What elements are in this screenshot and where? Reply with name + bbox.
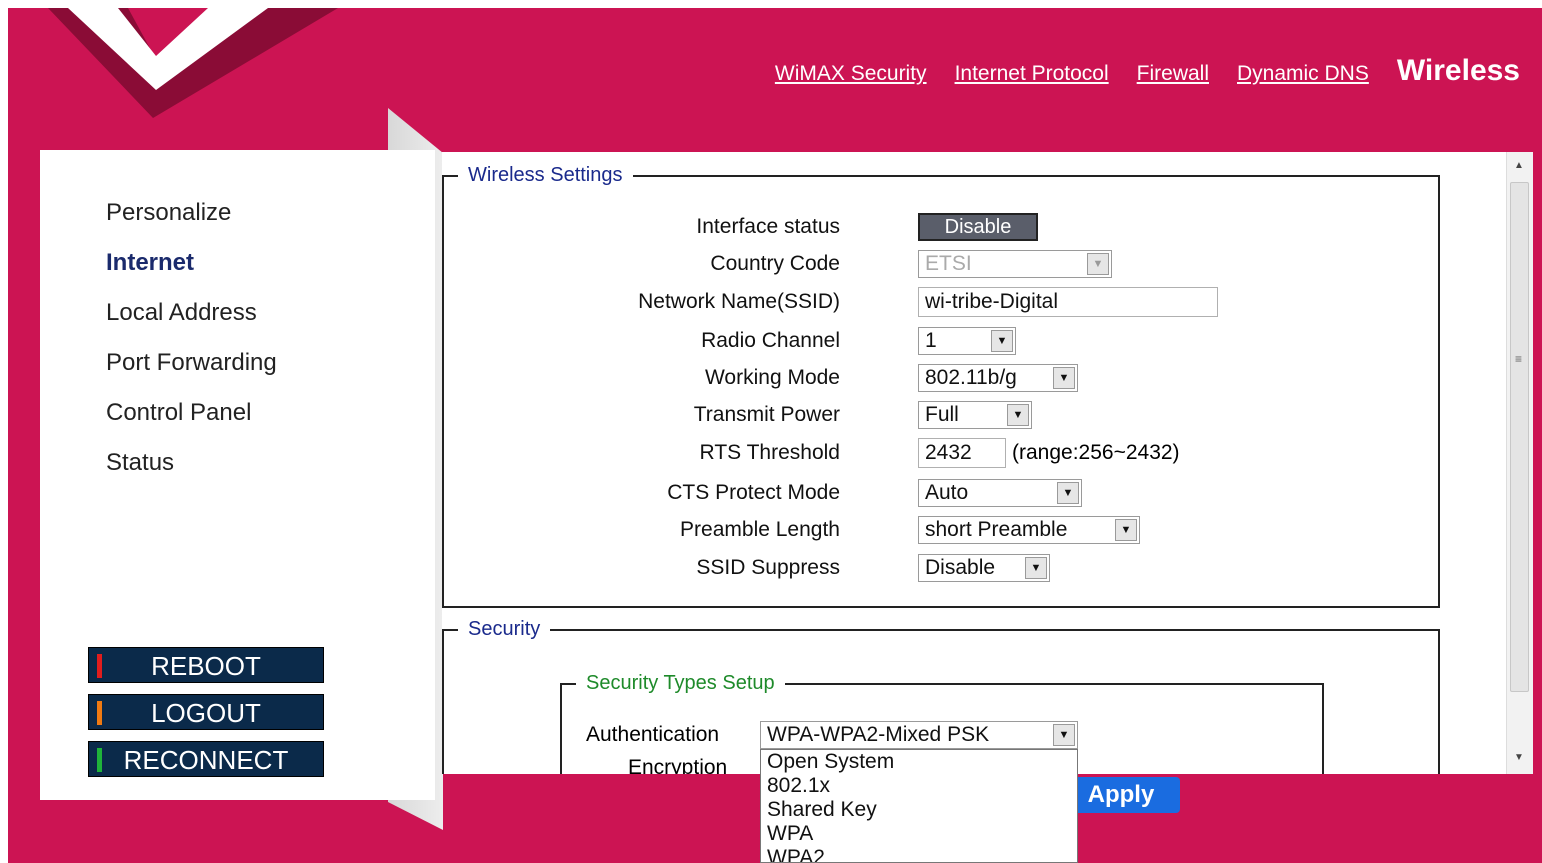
ssid-suppress-select[interactable]: Disable ▼ [918,554,1050,582]
nav-wireless[interactable]: Wireless [1397,54,1520,88]
row-interface-status: Interface status Disable [442,211,1442,243]
logout-button[interactable]: LOGOUT [88,694,324,730]
authentication-value: WPA-WPA2-Mixed PSK [767,723,990,746]
ssid-suppress-value: Disable [925,556,996,579]
cts-protect-value: Auto [925,481,969,504]
sidebar-item-internet[interactable]: Internet [106,246,277,296]
logout-label: LOGOUT [151,698,261,728]
nav-internet-protocol[interactable]: Internet Protocol [955,62,1109,86]
sidebar-item-control-panel[interactable]: Control Panel [106,396,277,446]
row-working-mode: Working Mode 802.11b/g ▼ [442,362,1442,394]
grip-icon: ≡ [1515,352,1523,366]
auth-option-wpa2[interactable]: WPA2 [761,846,1077,862]
vertical-scrollbar[interactable]: ▲ ≡ ▼ [1506,152,1533,774]
security-legend: Security [468,618,541,640]
reconnect-label: RECONNECT [123,745,289,775]
transmit-power-label: Transmit Power [693,403,840,426]
working-mode-value: 802.11b/g [925,366,1017,389]
rts-range-text: (range:256~2432) [1012,441,1180,464]
chevron-down-icon: ▼ [991,330,1013,352]
nav-wimax-security[interactable]: WiMAX Security [775,62,927,86]
reboot-button[interactable]: REBOOT [88,647,324,683]
chevron-down-icon: ▼ [1115,519,1137,541]
country-code-select[interactable]: ETSI ▼ [918,250,1112,278]
auth-option-8021x[interactable]: 802.1x [761,774,1077,798]
row-preamble-length: Preamble Length short Preamble ▼ [442,514,1442,546]
chevron-down-icon: ▼ [1087,253,1109,275]
green-indicator [97,748,102,772]
cts-protect-label: CTS Protect Mode [667,481,840,504]
auth-option-shared-key[interactable]: Shared Key [761,798,1077,822]
chevron-down-icon: ▼ [1025,557,1047,579]
country-code-label: Country Code [710,252,840,275]
scroll-thumb[interactable] [1510,182,1529,692]
row-transmit-power: Transmit Power Full ▼ [442,399,1442,431]
country-code-value: ETSI [925,252,972,275]
top-nav: WiMAX Security Internet Protocol Firewal… [775,54,1520,88]
row-ssid-suppress: SSID Suppress Disable ▼ [442,552,1442,584]
rts-threshold-label: RTS Threshold [699,441,840,464]
auth-option-open-system[interactable]: Open System [761,750,1077,774]
cts-protect-select[interactable]: Auto ▼ [918,479,1082,507]
rts-threshold-input[interactable]: 2432 [918,438,1006,468]
red-indicator [97,654,102,678]
wireless-settings-legend: Wireless Settings [468,164,623,186]
security-types-legend: Security Types Setup [586,672,775,694]
sidebar-item-local-address[interactable]: Local Address [106,296,277,346]
chevron-down-icon: ▼ [1057,482,1079,504]
apply-button[interactable]: Apply [1062,777,1180,813]
authentication-label: Authentication [586,723,720,746]
content-panel: Wireless Settings Interface status Disab… [442,152,1506,774]
row-ssid: Network Name(SSID) wi-tribe-Digital [442,286,1442,318]
brand-chevron [48,8,338,118]
radio-channel-select[interactable]: 1 ▼ [918,327,1016,355]
reboot-label: REBOOT [151,651,261,681]
preamble-length-select[interactable]: short Preamble ▼ [918,516,1140,544]
ssid-label: Network Name(SSID) [638,290,840,313]
working-mode-select[interactable]: 802.11b/g ▼ [918,364,1078,392]
chevron-down-icon: ▼ [1007,404,1029,426]
sidebar-menu: Personalize Internet Local Address Port … [106,196,277,496]
scroll-up-icon[interactable]: ▲ [1514,160,1524,171]
row-country-code: Country Code ETSI ▼ [442,248,1442,280]
sidebar-item-personalize[interactable]: Personalize [106,196,277,246]
authentication-dropdown-list: Open System 802.1x Shared Key WPA WPA2 [760,749,1078,863]
chevron-down-icon: ▼ [1053,367,1075,389]
reconnect-button[interactable]: RECONNECT [88,741,324,777]
nav-dynamic-dns[interactable]: Dynamic DNS [1237,62,1369,86]
working-mode-label: Working Mode [704,366,840,389]
radio-channel-label: Radio Channel [701,329,840,352]
row-cts-protect: CTS Protect Mode Auto ▼ [442,477,1442,509]
ssid-suppress-label: SSID Suppress [696,556,840,579]
authentication-select[interactable]: WPA-WPA2-Mixed PSK ▼ [760,721,1078,749]
preamble-length-label: Preamble Length [680,518,840,541]
radio-channel-value: 1 [925,329,937,352]
transmit-power-select[interactable]: Full ▼ [918,401,1032,429]
auth-option-wpa[interactable]: WPA [761,822,1077,846]
preamble-length-value: short Preamble [925,518,1068,541]
transmit-power-value: Full [925,403,959,426]
chevron-down-icon: ▼ [1053,724,1075,746]
scroll-down-icon[interactable]: ▼ [1514,752,1524,763]
orange-indicator [97,701,102,725]
row-rts-threshold: RTS Threshold 2432 (range:256~2432) [442,437,1442,469]
row-radio-channel: Radio Channel 1 ▼ [442,325,1442,357]
sidebar-item-port-forwarding[interactable]: Port Forwarding [106,346,277,396]
sidebar-item-status[interactable]: Status [106,446,277,496]
interface-status-label: Interface status [696,215,840,238]
interface-disable-button[interactable]: Disable [918,213,1038,241]
ssid-input[interactable]: wi-tribe-Digital [918,287,1218,317]
encryption-label: Encryption [628,756,728,774]
nav-firewall[interactable]: Firewall [1137,62,1209,86]
row-authentication: Authentication WPA-WPA2-Mixed PSK ▼ [442,719,1442,751]
